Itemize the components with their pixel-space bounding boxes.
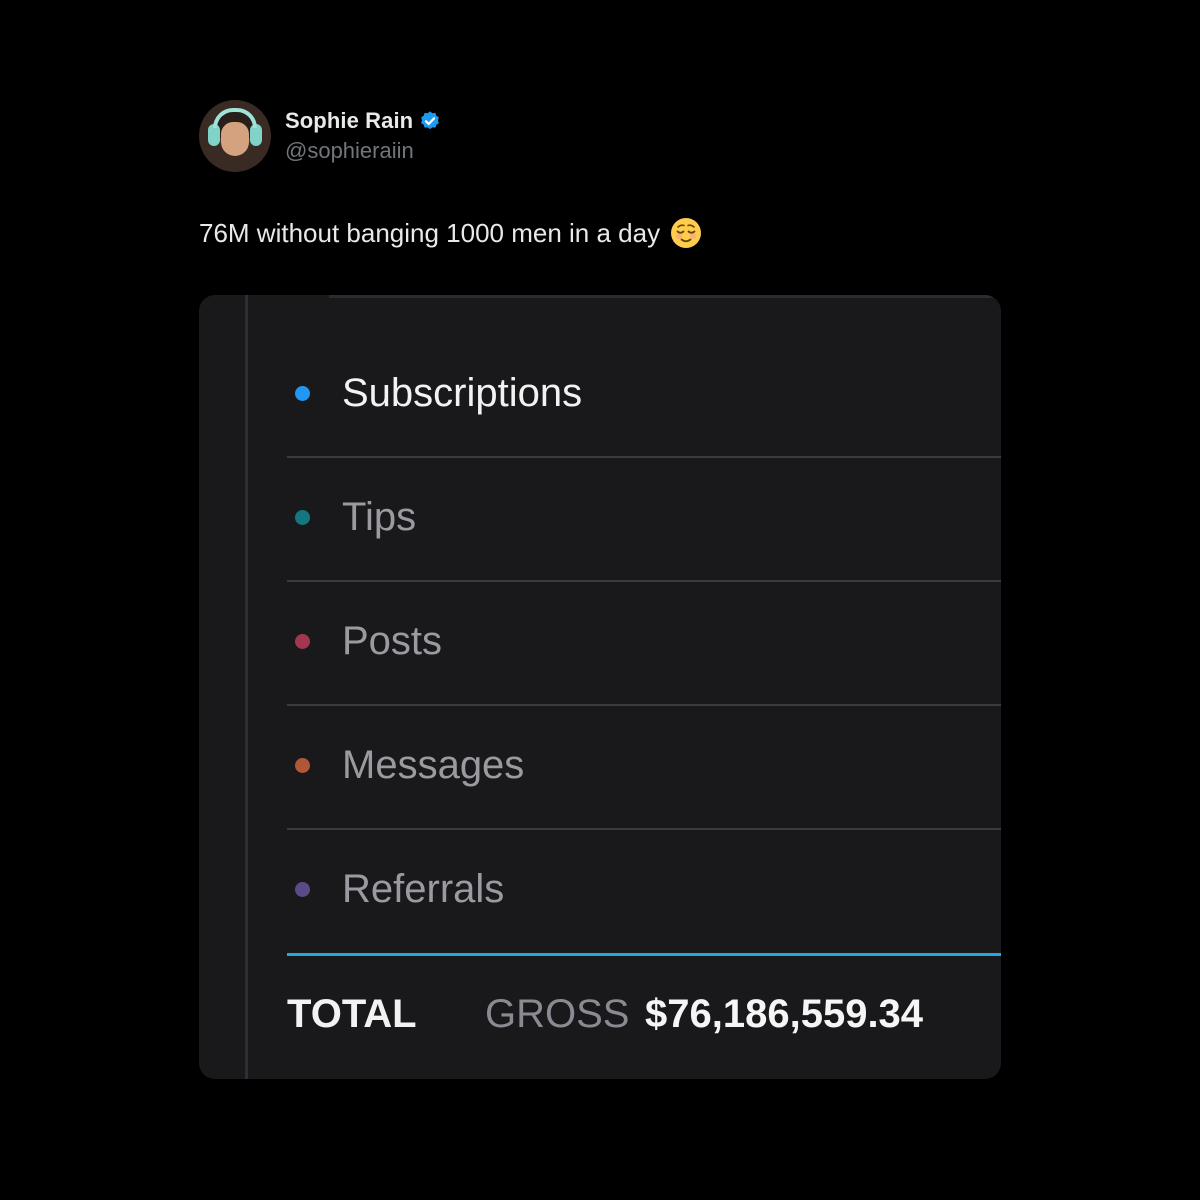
row-label: Subscriptions [342,370,583,415]
row-label: Posts [342,618,443,663]
avatar[interactable] [199,100,271,172]
row-label: Referrals [342,866,505,911]
handle[interactable]: @sophieraiin [285,138,441,164]
posts-dot [295,633,310,649]
earnings-row-tips[interactable]: Tips [287,455,1001,579]
row-label: Messages [342,742,525,787]
referrals-dot [295,881,310,897]
author-names: Sophie Rain @sophieraiin [285,108,441,164]
card-left-rule [245,295,248,1079]
total-label: TOTAL [287,991,417,1036]
relieved-face-emoji [670,217,702,249]
tweet: Sophie Rain @sophieraiin 76M without ban… [199,99,1001,1079]
tips-dot [295,509,310,525]
avatar-headband [213,108,257,128]
total-value: $76,186,559.34 [645,991,924,1036]
messages-dot [295,757,310,773]
gross-label: GROSS [485,991,630,1036]
total-row: TOTAL GROSS $76,186,559.34 [287,981,1001,1047]
card-top-edge [329,295,1001,298]
earnings-row-subscriptions[interactable]: Subscriptions [287,331,1001,455]
row-label: Tips [342,494,417,539]
tweet-text: 76M without banging 1000 men in a day [199,216,1001,250]
total-divider [287,953,1001,956]
verified-badge-icon [419,110,441,132]
earnings-card: Subscriptions Tips Posts Messages Referr… [199,295,1001,1079]
tweet-header: Sophie Rain @sophieraiin [199,99,1001,173]
subscriptions-dot [295,385,310,401]
tweet-text-content: 76M without banging 1000 men in a day [199,218,661,248]
earnings-row-referrals[interactable]: Referrals [287,827,1001,951]
display-name[interactable]: Sophie Rain [285,108,413,134]
name-row: Sophie Rain [285,108,441,134]
earnings-row-messages[interactable]: Messages [287,703,1001,827]
earnings-row-posts[interactable]: Posts [287,579,1001,703]
